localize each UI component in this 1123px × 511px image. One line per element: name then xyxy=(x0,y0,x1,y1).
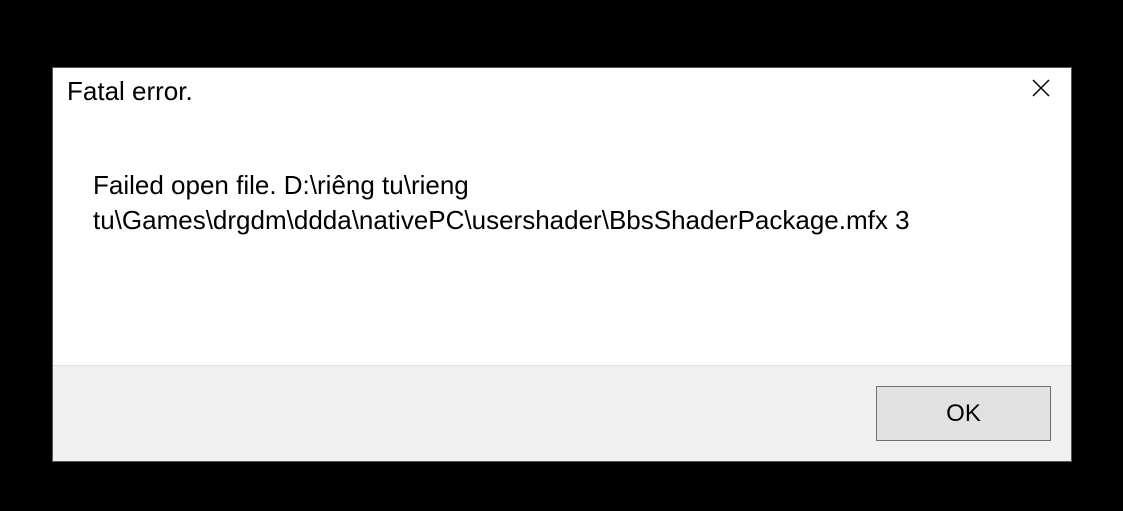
close-icon xyxy=(1031,78,1051,98)
close-button[interactable] xyxy=(1011,68,1071,108)
error-dialog: Fatal error. Failed open file. D:\riêng … xyxy=(52,67,1072,462)
dialog-title: Fatal error. xyxy=(67,76,193,107)
button-bar: OK xyxy=(53,365,1071,461)
ok-button[interactable]: OK xyxy=(876,386,1051,441)
error-message: Failed open file. D:\riêng tu\rieng tu\G… xyxy=(93,168,1031,238)
titlebar: Fatal error. xyxy=(53,68,1071,108)
dialog-body: Failed open file. D:\riêng tu\rieng tu\G… xyxy=(53,108,1071,365)
